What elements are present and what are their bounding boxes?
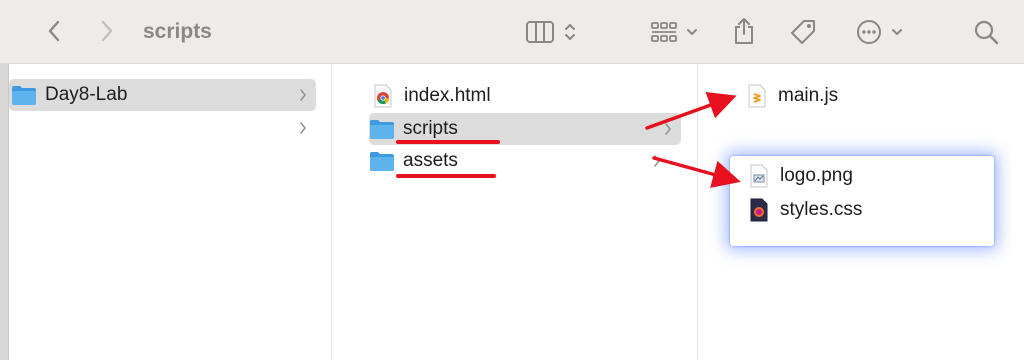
- chevron-right-icon: [665, 123, 671, 135]
- list-item-assets[interactable]: assets: [369, 145, 669, 177]
- column-2: index.html scripts assets: [331, 64, 698, 360]
- back-button[interactable]: [39, 16, 69, 46]
- item-label: scripts: [403, 118, 458, 139]
- share-button[interactable]: [728, 14, 760, 48]
- item-label: logo.png: [780, 165, 853, 186]
- forward-button[interactable]: [92, 16, 122, 46]
- list-item-main-js[interactable]: main.js: [744, 80, 994, 112]
- search-button[interactable]: [970, 16, 1002, 48]
- grid-view-icon: [651, 22, 677, 42]
- up-down-chevron-icon: [565, 24, 575, 40]
- item-label: styles.css: [780, 199, 863, 220]
- column-1: Day8-Lab: [9, 64, 331, 360]
- chevron-left-icon: [48, 20, 60, 42]
- group-button[interactable]: [646, 18, 702, 46]
- item-label: assets: [403, 150, 458, 171]
- chevron-down-icon: [892, 29, 902, 35]
- css-file-icon: [746, 197, 772, 223]
- chevron-right-icon: [300, 122, 306, 134]
- column-view-icon: [526, 21, 554, 43]
- search-icon: [974, 20, 999, 45]
- action-button[interactable]: [850, 18, 908, 46]
- share-icon: [735, 18, 753, 44]
- list-item-logo-png[interactable]: logo.png: [746, 160, 976, 192]
- image-file-icon: [746, 163, 772, 189]
- chevron-right-icon: [300, 89, 306, 101]
- toolbar: scripts: [0, 0, 1024, 64]
- chevron-right-icon: [101, 20, 113, 42]
- folder-icon: [369, 116, 395, 142]
- list-item-day8-lab[interactable]: Day8-Lab: [9, 79, 316, 111]
- annotation-underline-assets: [396, 174, 496, 178]
- item-label: Day8-Lab: [45, 84, 128, 105]
- chevron-down-icon: [687, 29, 697, 35]
- chevron-right-icon: [654, 155, 660, 167]
- window-title: scripts: [143, 20, 212, 43]
- list-item-styles-css[interactable]: styles.css: [746, 194, 976, 226]
- javascript-file-icon: [744, 83, 770, 109]
- assets-preview-popup: logo.png styles.css: [730, 156, 994, 246]
- tags-button[interactable]: [786, 16, 820, 48]
- item-label: index.html: [404, 85, 491, 106]
- more-icon: [857, 20, 881, 44]
- list-item-index-html[interactable]: index.html: [370, 80, 670, 112]
- item-label: main.js: [778, 85, 839, 106]
- view-mode-button[interactable]: [520, 18, 582, 46]
- chrome-html-file-icon: [370, 83, 396, 109]
- folder-icon: [11, 82, 37, 108]
- window-edge: [0, 64, 9, 360]
- folder-icon: [369, 148, 395, 174]
- annotation-underline-scripts: [396, 140, 500, 144]
- tag-icon: [791, 20, 815, 44]
